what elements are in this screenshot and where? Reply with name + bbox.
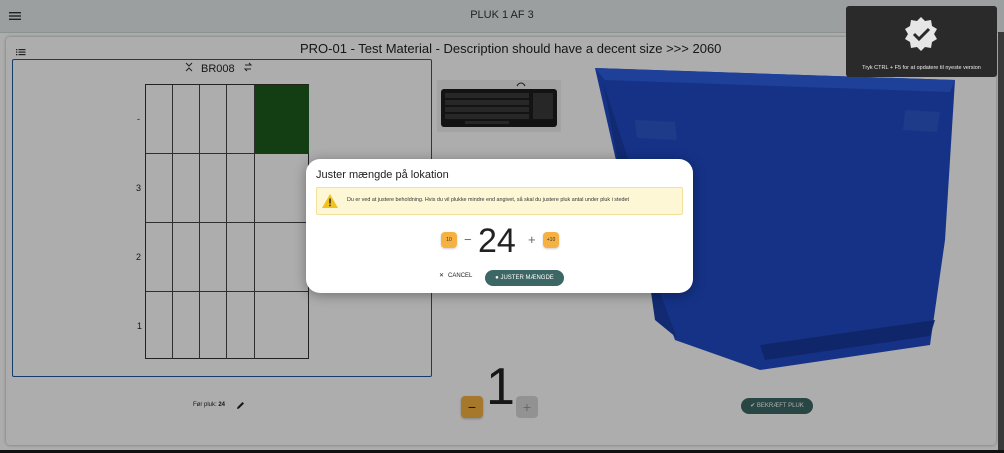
- minus-ten-button[interactable]: 10: [441, 232, 457, 248]
- plus-button[interactable]: +: [528, 230, 536, 250]
- amount-value[interactable]: 24: [478, 221, 516, 261]
- update-toast-text: Tryk CTRL + F5 for at opdatere til nyest…: [862, 65, 981, 71]
- warning-icon: [322, 194, 338, 208]
- warning-text: Du er ved at justere beholdning. Hvis du…: [347, 197, 629, 203]
- cancel-button[interactable]: ✕ CANCEL: [439, 272, 473, 280]
- adjust-amount-button[interactable]: ● JUSTER MÆNGDE: [485, 270, 564, 286]
- warning-banner: Du er ved at justere beholdning. Hvis du…: [316, 187, 683, 215]
- minus-button[interactable]: −: [464, 230, 472, 250]
- save-icon: ●: [495, 275, 499, 281]
- dialog-title: Juster mængde på lokation: [316, 169, 449, 181]
- adjust-amount-label: JUSTER MÆNGDE: [500, 275, 554, 281]
- amount-stepper: 10 − 24 + +10: [306, 221, 693, 261]
- update-toast: Tryk CTRL + F5 for at opdatere til nyest…: [846, 6, 997, 77]
- plus-ten-button[interactable]: +10: [543, 232, 559, 248]
- adjust-quantity-dialog: Juster mængde på lokation Du er ved at j…: [306, 159, 693, 293]
- cancel-label: CANCEL: [448, 272, 473, 279]
- close-icon: ✕: [439, 273, 445, 279]
- verified-badge-icon: [905, 17, 937, 51]
